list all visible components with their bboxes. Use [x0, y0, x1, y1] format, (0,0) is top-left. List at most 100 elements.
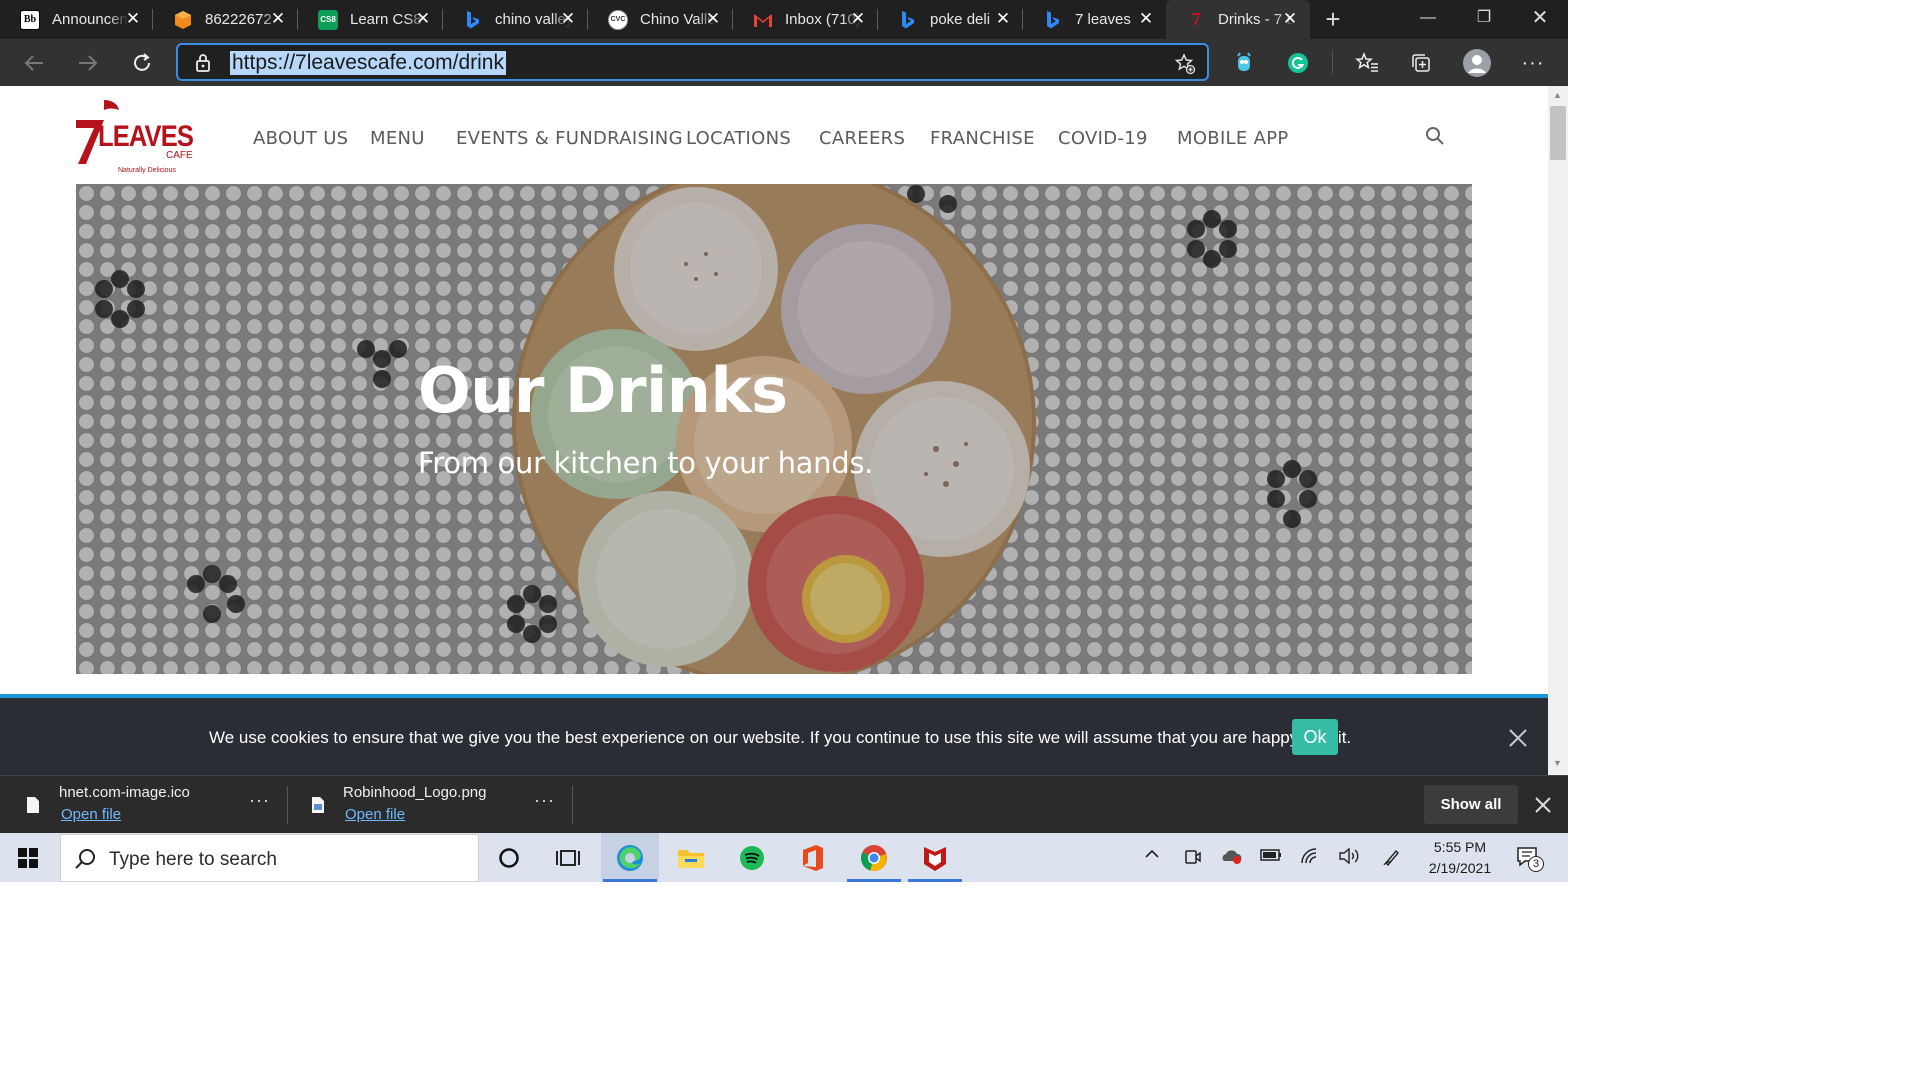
- lock-icon[interactable]: [195, 53, 211, 78]
- cookie-message: We use cookies to ensure that we give yo…: [209, 728, 1352, 747]
- tab-chino-valley-search[interactable]: chino valley ✕: [443, 0, 588, 39]
- meet-now-icon[interactable]: [1184, 847, 1202, 869]
- restore-icon[interactable]: ❐: [1456, 0, 1512, 39]
- back-icon[interactable]: [18, 47, 50, 79]
- system-clock[interactable]: 5:55 PM 2/19/2021: [1420, 837, 1500, 879]
- tab-learn-cs8[interactable]: CS8 Learn CS8 ✕: [298, 0, 443, 39]
- close-tab-icon[interactable]: ✕: [268, 9, 288, 29]
- close-tab-icon[interactable]: ✕: [1280, 9, 1300, 29]
- download-filename: hnet.com-image.ico: [59, 784, 190, 801]
- scroll-up-icon[interactable]: ▲: [1553, 90, 1562, 100]
- close-tab-icon[interactable]: ✕: [123, 9, 143, 29]
- add-favorite-icon[interactable]: [1174, 53, 1196, 80]
- close-tab-icon[interactable]: ✕: [703, 9, 723, 29]
- hero-subtitle: From our kitchen to your hands.: [418, 446, 874, 480]
- clock-date: 2/19/2021: [1428, 860, 1492, 876]
- forward-icon[interactable]: [72, 47, 104, 79]
- cookie-ok-button[interactable]: Ok: [1292, 719, 1338, 755]
- nav-about-us[interactable]: ABOUT US: [253, 128, 348, 149]
- wifi-icon[interactable]: [1300, 847, 1320, 869]
- minimize-icon[interactable]: —: [1400, 0, 1456, 39]
- close-tab-icon[interactable]: ✕: [993, 9, 1013, 29]
- gmail-icon: [753, 10, 773, 30]
- collections-icon[interactable]: [1405, 47, 1437, 79]
- task-view-icon[interactable]: [539, 833, 597, 882]
- logo-cafe-text: CAFE: [166, 150, 193, 161]
- window-close-icon[interactable]: ✕: [1512, 0, 1568, 39]
- edge-app-icon[interactable]: [601, 833, 659, 882]
- bing-icon: [898, 10, 918, 30]
- nav-covid-19[interactable]: COVID-19: [1058, 128, 1148, 149]
- cvc-icon: CVC: [608, 9, 628, 30]
- close-tab-icon[interactable]: ✕: [1136, 9, 1156, 29]
- box-icon: [173, 10, 193, 30]
- favorites-icon[interactable]: [1351, 47, 1383, 79]
- spotify-icon[interactable]: [723, 833, 781, 882]
- address-bar[interactable]: https://7leavescafe.com/drink: [176, 43, 1209, 81]
- tab-drinks-active[interactable]: 7 Drinks - 7 Leaves ✕: [1166, 0, 1310, 39]
- notification-count-badge: 3: [1528, 856, 1544, 872]
- close-tab-icon[interactable]: ✕: [413, 9, 433, 29]
- pen-icon[interactable]: [1382, 847, 1402, 871]
- new-tab-button[interactable]: +: [1318, 0, 1348, 39]
- more-icon[interactable]: ···: [249, 790, 270, 811]
- close-tab-icon[interactable]: ✕: [558, 9, 578, 29]
- windows-start-icon[interactable]: [18, 848, 38, 873]
- bing-icon: [1043, 10, 1063, 30]
- image-file-icon: [311, 796, 325, 819]
- tab-announcements[interactable]: Bb Announcements ✕: [0, 0, 153, 39]
- show-hidden-icons[interactable]: [1144, 846, 1160, 866]
- extension-owl-icon[interactable]: [1228, 47, 1260, 79]
- office-icon[interactable]: [784, 833, 842, 882]
- search-icon: [75, 848, 97, 875]
- tab-chino-valley[interactable]: CVC Chino Valley ✕: [588, 0, 733, 39]
- url-text[interactable]: https://7leavescafe.com/drink: [230, 51, 506, 75]
- nav-franchise[interactable]: FRANCHISE: [930, 128, 1035, 149]
- refresh-icon[interactable]: [126, 47, 158, 79]
- scroll-down-icon[interactable]: ▼: [1553, 758, 1562, 768]
- site-logo[interactable]: LEAVES CAFE Naturally Delicious: [74, 98, 200, 174]
- volume-icon[interactable]: [1338, 847, 1360, 869]
- more-icon[interactable]: ···: [534, 790, 555, 811]
- nav-events-fundraising[interactable]: EVENTS & FUNDRAISING: [456, 128, 683, 149]
- downloads-bar: hnet.com-image.ico Open file ··· Robinho…: [0, 775, 1568, 833]
- profile-avatar-icon[interactable]: [1461, 47, 1493, 79]
- tab-7-leaves-search[interactable]: 7 leaves ✕: [1023, 0, 1166, 39]
- bing-icon: [463, 10, 483, 30]
- taskbar-search-box[interactable]: Type here to search: [60, 834, 479, 882]
- nav-menu[interactable]: MENU: [370, 128, 425, 149]
- mcafee-icon[interactable]: [906, 833, 964, 882]
- nav-mobile-app[interactable]: MOBILE APP: [1177, 128, 1289, 149]
- cortana-icon[interactable]: [480, 833, 538, 882]
- tab-poke-deli[interactable]: poke deli ✕: [878, 0, 1023, 39]
- open-file-link[interactable]: Open file: [345, 806, 405, 823]
- page-scrollbar[interactable]: ▲ ▼: [1548, 86, 1568, 775]
- tab-box[interactable]: 86222672 ✕: [153, 0, 298, 39]
- more-options-icon[interactable]: ···: [1517, 47, 1549, 79]
- open-file-link[interactable]: Open file: [61, 806, 121, 823]
- close-tab-icon[interactable]: ✕: [848, 9, 868, 29]
- browser-toolbar: https://7leavescafe.com/drink ···: [0, 39, 1568, 86]
- onedrive-icon[interactable]: [1220, 847, 1244, 869]
- search-icon[interactable]: [1425, 126, 1445, 151]
- search-placeholder: Type here to search: [109, 849, 277, 870]
- close-icon[interactable]: [1507, 727, 1529, 749]
- tab-gmail-inbox[interactable]: Inbox (710) ✕: [733, 0, 878, 39]
- clock-time: 5:55 PM: [1433, 839, 1487, 855]
- nav-careers[interactable]: CAREERS: [819, 128, 905, 149]
- close-downloads-icon[interactable]: [1533, 795, 1553, 820]
- cookie-banner: We use cookies to ensure that we give yo…: [0, 694, 1548, 775]
- tab-title: Announcements: [52, 11, 128, 28]
- battery-icon[interactable]: [1260, 847, 1282, 867]
- tab-strip: Bb Announcements ✕ 86222672 ✕ CS8 Learn …: [0, 0, 1568, 39]
- file-explorer-icon[interactable]: [662, 833, 720, 882]
- blackboard-icon: Bb: [20, 9, 40, 30]
- chrome-icon[interactable]: [845, 833, 903, 882]
- nav-locations[interactable]: LOCATIONS: [686, 128, 791, 149]
- windows-taskbar: Type here to search 5:55 PM 2/19/2021 3: [0, 833, 1568, 882]
- grammarly-icon[interactable]: [1282, 47, 1314, 79]
- logo-brand-text: LEAVES: [98, 120, 194, 153]
- scrollbar-thumb[interactable]: [1550, 106, 1566, 160]
- show-all-button[interactable]: Show all: [1424, 785, 1518, 824]
- notifications-icon[interactable]: 3: [1516, 846, 1544, 872]
